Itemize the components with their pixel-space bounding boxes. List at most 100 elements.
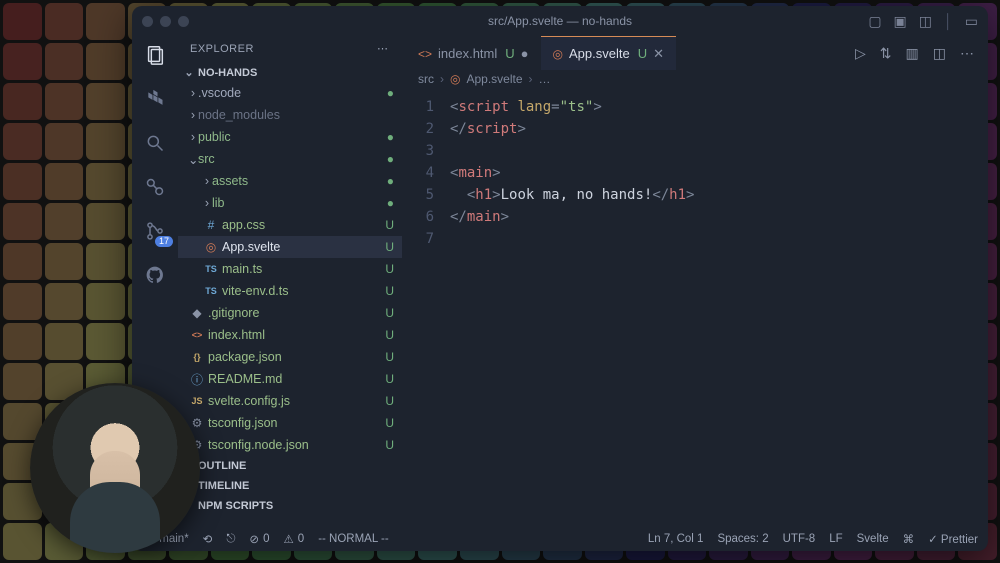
file-row[interactable]: TSmain.tsU [178, 258, 402, 280]
tree-item-label: svelte.config.js [208, 394, 378, 408]
terraform-ext-icon[interactable] [142, 86, 168, 112]
code-content[interactable]: </main> [450, 206, 509, 228]
code-content[interactable] [450, 140, 458, 162]
chevron-icon: › [188, 108, 198, 122]
code-line[interactable]: 5 <h1>Look ma, no hands!</h1> [402, 184, 988, 206]
editor-tab[interactable]: <>index.htmlU● [406, 36, 541, 70]
folder-row[interactable]: ›public● [178, 126, 402, 148]
line-number: 6 [402, 206, 450, 228]
breadcrumb-item[interactable]: App.svelte [466, 72, 522, 86]
npm-scripts-section[interactable]: › NPM SCRIPTS [178, 496, 402, 516]
breadcrumb-item[interactable]: src [418, 72, 434, 86]
file-row[interactable]: TSvite-env.d.tsU [178, 280, 402, 302]
layout-panel-icon[interactable]: ▣ [894, 13, 907, 30]
file-icon: <> [418, 47, 432, 61]
layout-divider-icon: │ [944, 13, 953, 30]
outline-section[interactable]: › OUTLINE [178, 456, 402, 476]
file-row[interactable]: {}package.jsonU [178, 346, 402, 368]
git-compare-icon[interactable]: ⇅ [880, 45, 892, 62]
code-line[interactable]: 6</main> [402, 206, 988, 228]
close-icon[interactable]: ✕ [653, 46, 664, 62]
file-row[interactable]: #app.cssU [178, 214, 402, 236]
file-icon: {} [188, 352, 206, 362]
source-control-icon[interactable]: 17 [142, 218, 168, 244]
code-line[interactable]: 1<script lang="ts"> [402, 96, 988, 118]
window-controls[interactable] [142, 16, 189, 27]
code-content[interactable]: <main> [450, 162, 501, 184]
status-sync-icon[interactable]: ⟲ [203, 532, 213, 546]
code-line[interactable]: 4<main> [402, 162, 988, 184]
tree-item-label: App.svelte [222, 240, 378, 254]
file-row[interactable]: ◆.gitignoreU [178, 302, 402, 324]
status-language[interactable]: Svelte [857, 532, 889, 546]
maximize-icon[interactable] [178, 16, 189, 27]
file-row[interactable]: ⚙tsconfig.jsonU [178, 412, 402, 434]
file-row[interactable]: <>index.htmlU [178, 324, 402, 346]
file-icon: ⓘ [188, 371, 206, 388]
file-row[interactable]: JSsvelte.config.jsU [178, 390, 402, 412]
git-status-badge: U [378, 438, 394, 452]
titlebar-actions: ▢ ▣ ◫ │ ▭ [868, 13, 978, 30]
search-icon[interactable] [142, 130, 168, 156]
file-icon: ◆ [188, 306, 206, 320]
explorer-icon[interactable] [142, 42, 168, 68]
status-encoding[interactable]: UTF-8 [783, 532, 816, 546]
file-row[interactable]: ⓘREADME.mdU [178, 368, 402, 390]
code-line[interactable]: 3 [402, 140, 988, 162]
folder-row[interactable]: ›node_modules [178, 104, 402, 126]
editor-tab[interactable]: ◎App.svelteU✕ [541, 36, 676, 70]
status-remote-icon[interactable]: ⎋ [226, 533, 235, 546]
layout-sidebar-icon[interactable]: ◫ [919, 13, 932, 30]
explorer-sidebar: EXPLORER ⋯ ⌄ NO-HANDS ›.vscode●›node_mod… [178, 36, 402, 527]
code-content[interactable]: </script> [450, 118, 526, 140]
run-icon[interactable]: ▷ [855, 45, 866, 62]
git-status-badge: U [378, 262, 394, 276]
status-copilot-icon[interactable]: ⌘ [903, 532, 915, 546]
code-content[interactable] [450, 228, 458, 250]
github-icon[interactable] [142, 262, 168, 288]
tree-item-label: vite-env.d.ts [222, 284, 378, 298]
unsaved-icon[interactable]: ● [521, 46, 529, 61]
project-name: NO-HANDS [198, 67, 257, 79]
file-row[interactable]: ◎App.svelteU [178, 236, 402, 258]
chevron-down-icon: ⌄ [184, 66, 194, 79]
breadcrumb-item[interactable]: … [539, 72, 551, 86]
folder-row[interactable]: ⌄src● [178, 148, 402, 170]
testing-icon[interactable] [142, 174, 168, 200]
status-spaces[interactable]: Spaces: 2 [717, 532, 768, 546]
git-status-badge: U [378, 372, 394, 386]
editor-actions: ▷ ⇅ ▥ ◫ ⋯ [855, 45, 988, 62]
close-icon[interactable] [142, 16, 153, 27]
timeline-section[interactable]: › TIMELINE [178, 476, 402, 496]
folder-row[interactable]: ›.vscode● [178, 82, 402, 104]
tree-item-label: tsconfig.json [208, 416, 378, 430]
folder-row[interactable]: ›assets● [178, 170, 402, 192]
tree-item-label: src [198, 152, 378, 166]
line-number: 5 [402, 184, 450, 206]
layout-primary-icon[interactable]: ▢ [868, 13, 881, 30]
code-content[interactable]: <h1>Look ma, no hands!</h1> [450, 184, 694, 206]
more-icon[interactable]: ⋯ [960, 45, 974, 62]
status-eol[interactable]: LF [829, 532, 842, 546]
chevron-icon: › [188, 130, 198, 144]
tree-item-label: package.json [208, 350, 378, 364]
project-section-header[interactable]: ⌄ NO-HANDS [178, 63, 402, 82]
breadcrumb[interactable]: src›◎App.svelte›… [402, 70, 988, 92]
split-editor-icon[interactable]: ◫ [933, 45, 946, 62]
line-number: 3 [402, 140, 450, 162]
status-warnings[interactable]: ⚠ 0 [283, 532, 304, 546]
file-row[interactable]: ⚙tsconfig.node.jsonU [178, 434, 402, 456]
status-position[interactable]: Ln 7, Col 1 [648, 532, 704, 546]
folder-row[interactable]: ›lib● [178, 192, 402, 214]
layout-customize-icon[interactable]: ▭ [965, 13, 978, 30]
code-editor[interactable]: 1<script lang="ts">2</script>3 4<main>5 … [402, 92, 988, 527]
code-content[interactable]: <script lang="ts"> [450, 96, 602, 118]
split-preview-icon[interactable]: ▥ [906, 45, 919, 62]
minimize-icon[interactable] [160, 16, 171, 27]
file-icon: ◎ [450, 72, 460, 86]
status-errors[interactable]: ⊘ 0 [249, 532, 269, 546]
code-line[interactable]: 7 [402, 228, 988, 250]
code-line[interactable]: 2</script> [402, 118, 988, 140]
status-prettier[interactable]: ✓ Prettier [928, 532, 978, 546]
sidebar-more-icon[interactable]: ⋯ [377, 42, 390, 55]
